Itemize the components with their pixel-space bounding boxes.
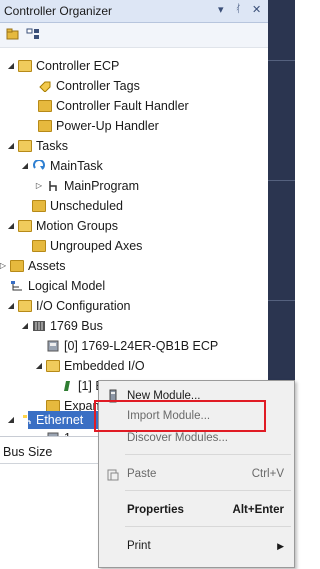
folder-icon bbox=[32, 200, 46, 212]
menu-item-paste[interactable]: Paste Ctrl+V bbox=[99, 461, 294, 487]
tag-icon bbox=[39, 81, 51, 92]
pin-icon[interactable]: ᚰ bbox=[235, 3, 242, 15]
tree-node-label: Logical Model bbox=[28, 279, 106, 293]
tree-node-label: Tasks bbox=[36, 139, 68, 153]
close-icon[interactable]: ✕ bbox=[252, 3, 261, 16]
submenu-arrow-icon: ▶ bbox=[277, 541, 284, 551]
folder-open-icon bbox=[18, 60, 32, 72]
tree-node-label: Controller Fault Handler bbox=[56, 99, 189, 113]
tree-node-embedded-io[interactable]: ◢ Embedded I/O bbox=[34, 356, 256, 376]
tree-node-io-configuration[interactable]: ◢ I/O Configuration bbox=[6, 296, 256, 316]
menu-item-shortcut: Ctrl+V bbox=[251, 468, 284, 480]
tree-node-label: MainProgram bbox=[64, 179, 140, 193]
expand-icon[interactable]: ▷ bbox=[34, 176, 44, 196]
tree-node-label: [0] 1769-L24ER-QB1B ECP bbox=[64, 339, 219, 353]
tree-node-controller-tags[interactable]: Controller Tags bbox=[26, 76, 256, 96]
folder-open-icon bbox=[18, 140, 32, 152]
tree-node-ungrouped-axes[interactable]: Ungrouped Axes bbox=[20, 236, 256, 256]
collapse-icon[interactable]: ◢ bbox=[20, 156, 30, 176]
tree-node-logical-model[interactable]: Logical Model bbox=[0, 276, 256, 296]
tree-node-controller[interactable]: ◢ Controller ECP bbox=[6, 56, 256, 76]
panel-toolbar bbox=[0, 23, 268, 48]
collapse-icon[interactable]: ◢ bbox=[6, 216, 16, 236]
tree-node-main-task[interactable]: ◢ MainTask bbox=[20, 156, 256, 176]
tree-node-label: Ethernet bbox=[36, 413, 84, 427]
tree-node-label: 1769 Bus bbox=[50, 319, 103, 333]
column-header: Bus Size bbox=[3, 445, 53, 459]
tree-node-label: Embedded I/O bbox=[64, 359, 145, 373]
folder-open-icon bbox=[18, 220, 32, 232]
tree-node-label: I/O Configuration bbox=[36, 299, 131, 313]
new-folder-icon[interactable] bbox=[6, 28, 20, 40]
task-icon bbox=[33, 160, 45, 170]
tree-node-powerup-handler[interactable]: Power-Up Handler bbox=[26, 116, 256, 136]
collapse-icon[interactable]: ◢ bbox=[6, 296, 16, 316]
io-module-icon bbox=[64, 381, 70, 391]
collapse-icon[interactable]: ◢ bbox=[20, 316, 30, 336]
tree-node-fault-handler[interactable]: Controller Fault Handler bbox=[26, 96, 256, 116]
ethernet-icon bbox=[19, 415, 31, 424]
controller-module-icon bbox=[47, 340, 59, 352]
highlight-annotation-box bbox=[94, 400, 266, 432]
menu-item-label: Properties bbox=[127, 504, 184, 516]
folder-icon bbox=[10, 260, 24, 272]
logical-model-icon bbox=[11, 281, 22, 291]
tree-node-tasks[interactable]: ◢ Tasks bbox=[6, 136, 256, 156]
panel-title: Controller Organizer bbox=[4, 4, 113, 18]
program-icon bbox=[49, 181, 57, 191]
collapse-icon[interactable]: ◢ bbox=[6, 136, 16, 156]
tree-node-label: Controller ECP bbox=[36, 59, 120, 73]
tree-node-label: Assets bbox=[28, 259, 66, 273]
tree-node-assets[interactable]: ▷ Assets bbox=[0, 256, 256, 276]
tree-node-label: Unscheduled bbox=[50, 199, 123, 213]
tree-node-motion-groups[interactable]: ◢ Motion Groups bbox=[6, 216, 256, 236]
folder-icon bbox=[32, 240, 46, 252]
menu-item-label: Print bbox=[127, 540, 151, 552]
expand-icon[interactable]: ▷ bbox=[0, 256, 8, 276]
folder-icon bbox=[38, 120, 52, 132]
folder-open-icon bbox=[46, 360, 60, 372]
panel-titlebar: Controller Organizer ▾ ᚰ ✕ bbox=[0, 0, 268, 23]
collapse-icon[interactable]: ◢ bbox=[6, 410, 16, 430]
tree-view-icon[interactable] bbox=[26, 28, 40, 40]
menu-item-print[interactable]: Print ▶ bbox=[99, 533, 294, 559]
tree-node-label: Ungrouped Axes bbox=[50, 239, 143, 253]
dropdown-icon[interactable]: ▾ bbox=[218, 3, 224, 16]
folder-icon bbox=[38, 100, 52, 112]
tree-node-module-0[interactable]: [0] 1769-L24ER-QB1B ECP bbox=[34, 336, 256, 356]
collapse-icon[interactable]: ◢ bbox=[34, 356, 44, 376]
tree-node-1769-bus[interactable]: ◢ 1769 Bus bbox=[20, 316, 256, 336]
tree-node-unscheduled[interactable]: Unscheduled bbox=[20, 196, 256, 216]
menu-item-shortcut: Alt+Enter bbox=[232, 504, 284, 516]
tree-node-label: Controller Tags bbox=[56, 79, 140, 93]
bus-icon bbox=[33, 321, 45, 331]
menu-item-properties[interactable]: Properties Alt+Enter bbox=[99, 497, 294, 523]
folder-open-icon bbox=[18, 300, 32, 312]
tree-node-main-program[interactable]: ▷ MainProgram bbox=[34, 176, 256, 196]
tree-node-label: Motion Groups bbox=[36, 219, 118, 233]
collapse-icon[interactable]: ◢ bbox=[6, 56, 16, 76]
menu-item-label: Paste bbox=[127, 468, 157, 480]
bus-size-header: Bus Size bbox=[0, 441, 101, 464]
paste-icon bbox=[107, 469, 119, 481]
tree-node-label: MainTask bbox=[50, 159, 103, 173]
tree-node-label: Power-Up Handler bbox=[56, 119, 159, 133]
